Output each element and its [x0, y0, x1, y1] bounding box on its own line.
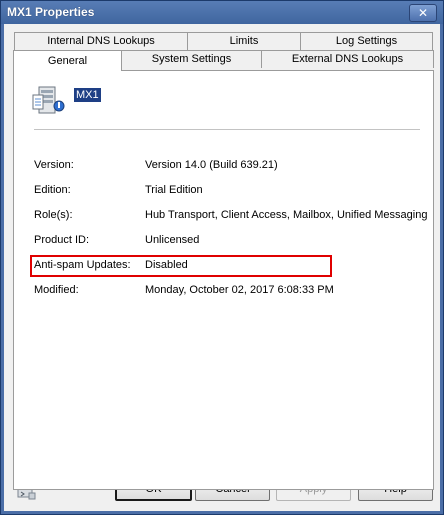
edition-value: Trial Edition — [145, 184, 203, 196]
tab-system-settings[interactable]: System Settings — [121, 50, 262, 68]
version-label: Version: — [34, 159, 74, 171]
title-bar[interactable]: MX1 Properties ✕ — [1, 1, 443, 24]
product-id-label: Product ID: — [34, 234, 90, 246]
modified-label: Modified: — [34, 284, 79, 296]
modified-highlight-box — [30, 255, 332, 277]
version-value: Version 14.0 (Build 639.21) — [145, 159, 278, 171]
server-name-field[interactable]: MX1 — [74, 88, 101, 102]
close-button[interactable]: ✕ — [409, 4, 437, 22]
general-tab-panel: MX1 Version: Version 14.0 (Build 639.21)… — [13, 70, 434, 490]
tab-limits[interactable]: Limits — [187, 32, 301, 50]
dialog-body: Internal DNS Lookups Limits Log Settings… — [4, 24, 440, 511]
divider — [34, 129, 420, 130]
tab-external-dns-lookups[interactable]: External DNS Lookups — [261, 50, 434, 68]
tab-internal-dns-lookups[interactable]: Internal DNS Lookups — [14, 32, 188, 50]
modified-value: Monday, October 02, 2017 6:08:33 PM — [145, 284, 334, 296]
tab-log-settings[interactable]: Log Settings — [300, 32, 433, 50]
server-icon — [32, 86, 65, 114]
roles-value: Hub Transport, Client Access, Mailbox, U… — [145, 209, 428, 221]
window-title: MX1 Properties — [7, 5, 95, 19]
product-id-value: Unlicensed — [145, 234, 200, 246]
tab-general[interactable]: General — [13, 50, 122, 71]
edition-label: Edition: — [34, 184, 71, 196]
roles-label: Role(s): — [34, 209, 73, 221]
properties-window: MX1 Properties ✕ Internal DNS Lookups Li… — [0, 0, 444, 515]
